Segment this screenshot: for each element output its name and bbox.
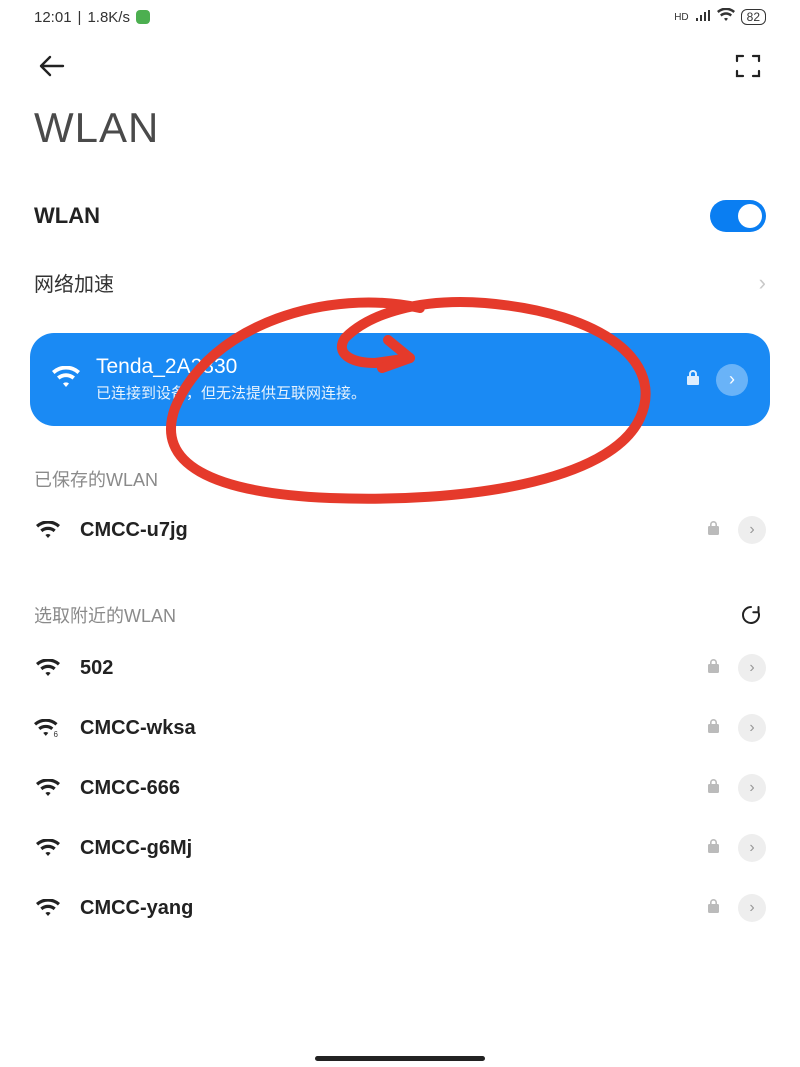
page-title: WLAN xyxy=(30,90,770,182)
wifi-ssid: CMCC-wksa xyxy=(80,717,689,740)
wifi-ssid: CMCC-yang xyxy=(80,897,689,920)
wifi-band-label: 6 xyxy=(54,730,58,739)
wifi-detail-button[interactable]: › xyxy=(738,516,766,544)
wifi-icon: 6 xyxy=(34,719,62,737)
wlan-toggle[interactable] xyxy=(710,200,766,232)
wifi-icon xyxy=(52,366,80,393)
wifi-icon xyxy=(34,521,62,539)
lock-icon xyxy=(686,369,700,390)
wlan-label: WLAN xyxy=(34,203,100,229)
network-accel-row[interactable]: 网络加速 › xyxy=(30,250,770,315)
status-indicator-icon xyxy=(136,10,150,24)
nearby-section-header: 选取附近的WLAN xyxy=(30,560,770,638)
lock-icon xyxy=(707,898,720,918)
lock-icon xyxy=(707,718,720,738)
wifi-icon xyxy=(34,899,62,917)
connected-status: 已连接到设备，但无法提供互联网连接。 xyxy=(96,383,416,404)
battery-icon: 82 xyxy=(741,9,766,25)
wifi-detail-button[interactable]: › xyxy=(738,654,766,682)
lock-icon xyxy=(707,520,720,540)
wifi-status-icon xyxy=(717,8,735,26)
nearby-wifi-item[interactable]: 502 › xyxy=(30,638,770,698)
home-indicator[interactable] xyxy=(315,1056,485,1061)
lock-icon xyxy=(707,778,720,798)
lock-icon xyxy=(707,658,720,678)
status-netspeed: 1.8K/s xyxy=(87,9,130,26)
saved-section-header: 已保存的WLAN xyxy=(30,426,770,500)
wifi-detail-button[interactable]: › xyxy=(738,834,766,862)
status-time: 12:01 xyxy=(34,9,72,26)
connected-network-card[interactable]: Tenda_2A2830 已连接到设备，但无法提供互联网连接。 › xyxy=(30,333,770,426)
wifi-icon xyxy=(34,839,62,857)
nearby-wifi-item[interactable]: CMCC-g6Mj › xyxy=(30,818,770,878)
saved-wifi-item[interactable]: CMCC-u7jg › xyxy=(30,500,770,560)
wifi-icon xyxy=(34,779,62,797)
hd-icon: HD xyxy=(674,12,688,23)
signal-icon xyxy=(695,9,711,26)
chevron-right-icon: › xyxy=(759,270,766,296)
top-nav xyxy=(30,30,770,90)
wifi-ssid: CMCC-u7jg xyxy=(80,519,689,542)
saved-header-label: 已保存的WLAN xyxy=(34,466,158,492)
wifi-detail-button[interactable]: › xyxy=(738,894,766,922)
wifi-ssid: CMCC-666 xyxy=(80,777,689,800)
status-separator: | xyxy=(78,9,82,26)
wifi-detail-button[interactable]: › xyxy=(738,714,766,742)
wifi-icon xyxy=(34,659,62,677)
lock-icon xyxy=(707,838,720,858)
connected-detail-button[interactable]: › xyxy=(716,364,748,396)
nearby-header-label: 选取附近的WLAN xyxy=(34,602,176,628)
scan-button[interactable] xyxy=(730,48,766,84)
wlan-toggle-row[interactable]: WLAN xyxy=(30,182,770,250)
connected-ssid: Tenda_2A2830 xyxy=(96,355,670,379)
wifi-detail-button[interactable]: › xyxy=(738,774,766,802)
network-accel-label: 网络加速 xyxy=(34,268,114,297)
status-bar: 12:01 | 1.8K/s HD 82 xyxy=(30,0,770,30)
nearby-wifi-item[interactable]: CMCC-yang › xyxy=(30,878,770,938)
back-button[interactable] xyxy=(34,48,70,84)
refresh-button[interactable] xyxy=(736,600,766,630)
nearby-wifi-item[interactable]: CMCC-666 › xyxy=(30,758,770,818)
wifi-ssid: CMCC-g6Mj xyxy=(80,837,689,860)
nearby-wifi-item[interactable]: 6 CMCC-wksa › xyxy=(30,698,770,758)
wifi-ssid: 502 xyxy=(80,657,689,680)
